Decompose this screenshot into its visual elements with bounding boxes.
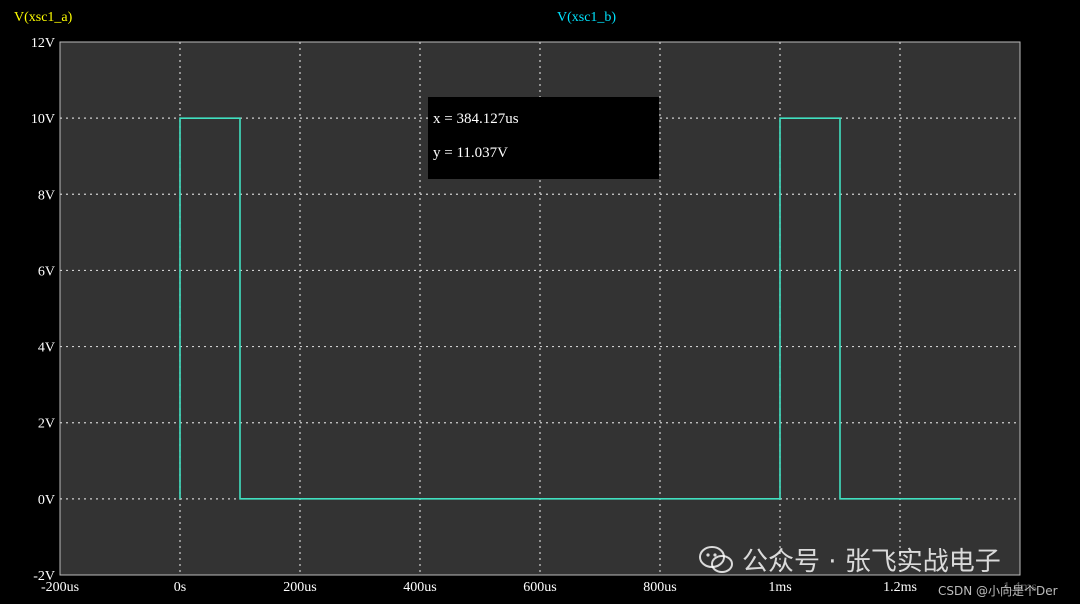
wechat-icon — [699, 546, 733, 573]
x-tick-label: -200us — [41, 580, 79, 595]
x-tick-label: 1.2ms — [883, 580, 917, 595]
legend-series-b: V(xsc1_b) — [557, 10, 617, 25]
watermark-text: 公众号 · 张飞实战电子 — [742, 547, 1001, 577]
x-tick-label: 800us — [643, 580, 676, 595]
x-tick-labels: -200us 0s 200us 400us 600us 800us 1ms 1.2ms 1.4m… — [41, 580, 1037, 595]
legend-series-a: V(xsc1_a) — [14, 10, 73, 25]
watermark-credit: CSDN @小向是个Der — [938, 584, 1058, 598]
x-tick-label: 200us — [283, 580, 316, 595]
y-tick-label: 4V — [38, 341, 55, 356]
y-tick-labels: -2V0V2V4V6V8V10V12V — [31, 36, 55, 584]
cursor-x-readout: x = 384.127us — [433, 111, 519, 127]
x-tick-label: 0s — [174, 580, 186, 595]
plot-area: -2V0V2V4V6V8V10V12V -200us 0s 200us 400us 60… — [31, 36, 1037, 595]
cursor-y-readout: y = 11.037V — [433, 145, 508, 161]
x-tick-label: 600us — [523, 580, 556, 595]
y-tick-label: 6V — [38, 264, 55, 279]
y-tick-label: 10V — [31, 112, 55, 127]
y-tick-label: 8V — [38, 188, 55, 203]
cursor-readout: x = 384.127us y = 11.037V — [428, 97, 659, 179]
x-tick-label: 400us — [403, 580, 436, 595]
y-tick-label: 0V — [38, 493, 55, 508]
x-tick-label: 1ms — [768, 580, 791, 595]
y-tick-label: 2V — [38, 417, 55, 432]
y-tick-label: 12V — [31, 36, 55, 51]
